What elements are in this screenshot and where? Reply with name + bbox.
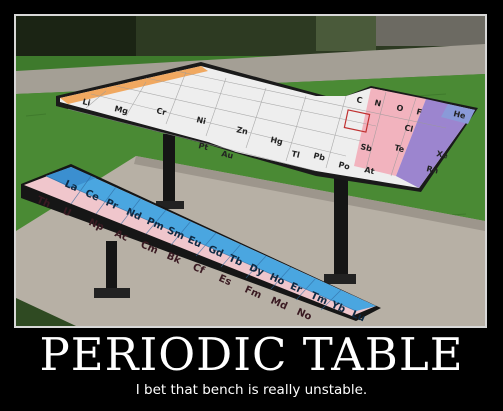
bench-leg-left [106,241,117,296]
table-leg-right [334,171,348,281]
periodic-table-picnic-photo: Li Mg Cr Ni Zn Hg Tl Pb Po At Sb Te Cl X… [16,16,485,326]
motivational-poster: Li Mg Cr Ni Zn Hg Tl Pb Po At Sb Te Cl X… [0,0,503,411]
poster-caption: I bet that bench is really unstable. [135,382,368,398]
poster-title: PERIODIC TABLE [39,328,464,381]
photo-frame: Li Mg Cr Ni Zn Hg Tl Pb Po At Sb Te Cl X… [14,14,487,328]
table-leg-left [163,134,175,204]
